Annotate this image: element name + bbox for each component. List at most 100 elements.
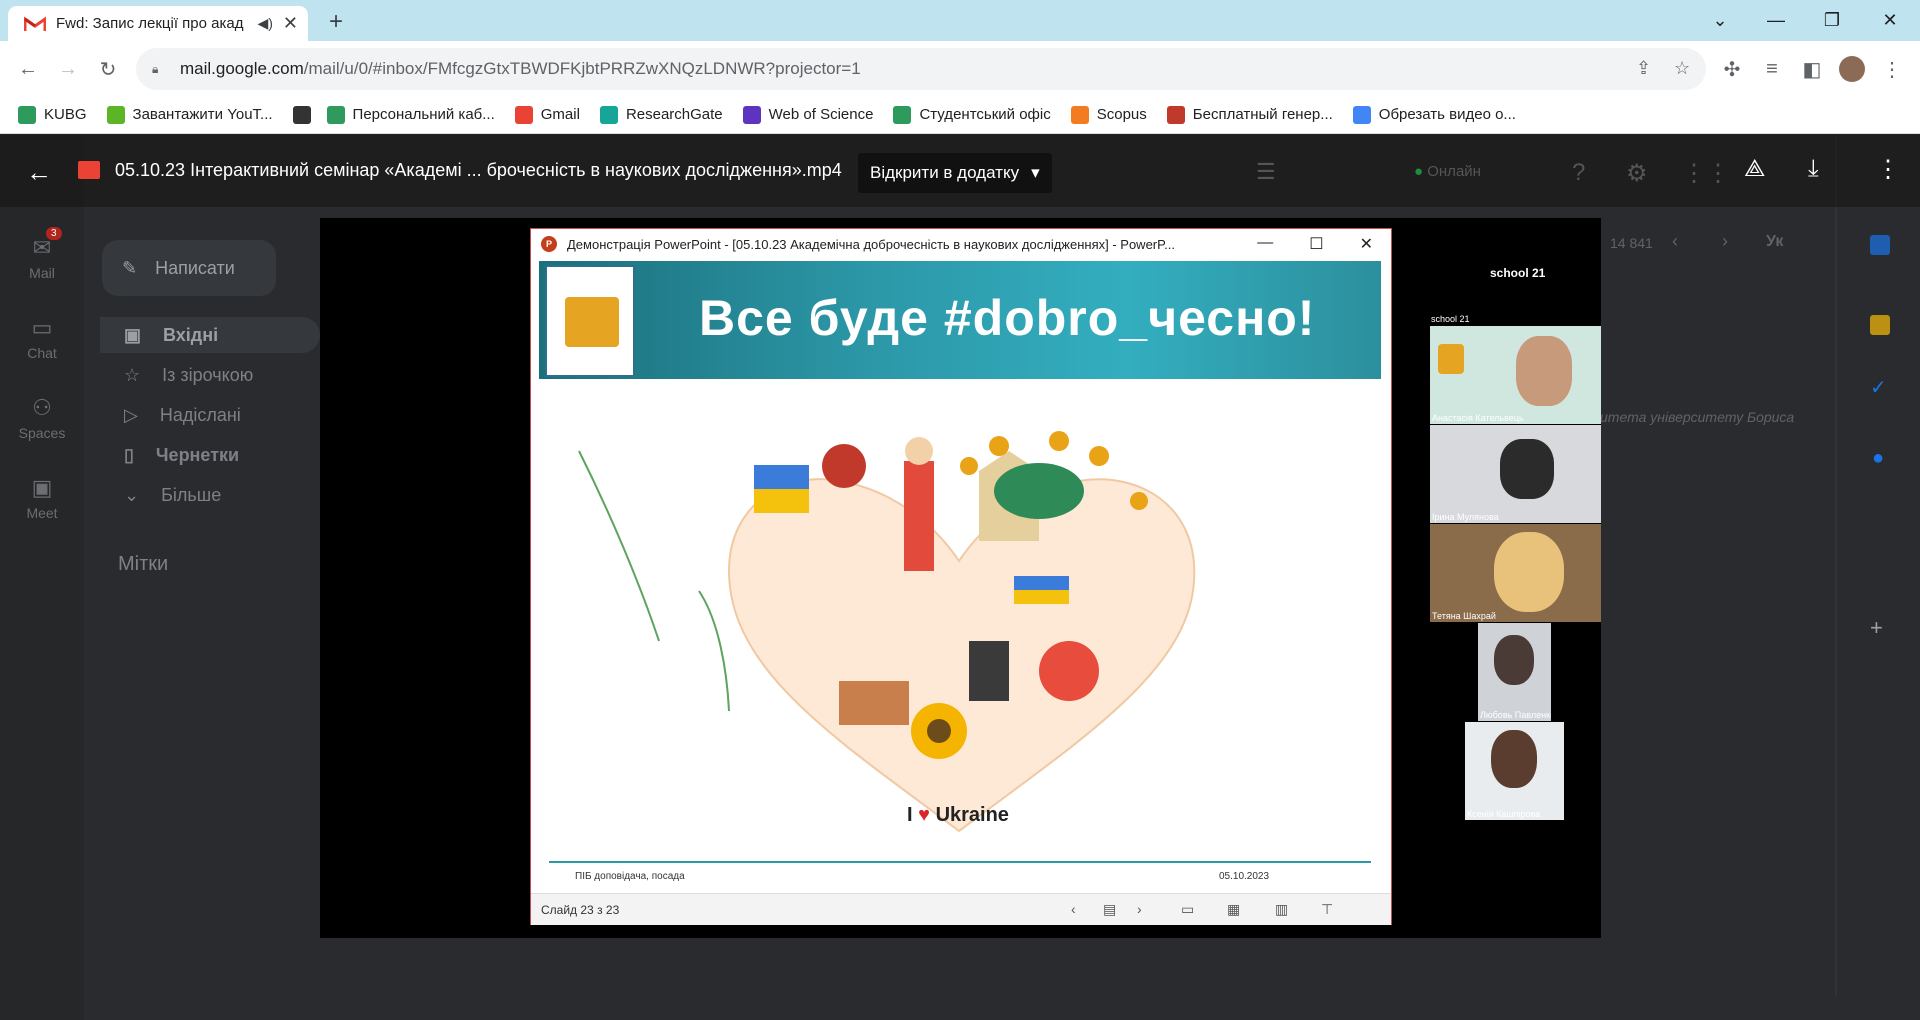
bookmark-item[interactable]: Завантажити YouT...	[106, 105, 273, 124]
slide-caption: I ♥ Ukraine	[907, 804, 1009, 827]
nav-more-label: Більше	[161, 484, 222, 505]
back-button[interactable]: ←	[10, 51, 46, 87]
caret-down-icon: ▾	[1031, 163, 1040, 182]
compose-label: Написати	[155, 257, 235, 278]
participant-name: Ірина Мулянова	[1432, 512, 1499, 522]
keep-icon[interactable]	[1870, 315, 1890, 335]
restore-button[interactable]: ❐	[1804, 0, 1860, 41]
nav-starred-label: Із зірочкою	[162, 364, 254, 385]
compose-button[interactable]: ✎ Написати	[102, 240, 276, 296]
nav-inbox[interactable]: ▣ Вхідні	[100, 317, 320, 353]
bookmark-item[interactable]: KUBG	[18, 105, 87, 124]
browser-menu-icon[interactable]: ⋮	[1874, 51, 1910, 87]
bookmark-item[interactable]: Обрезать видео о...	[1352, 105, 1516, 124]
nav-sent[interactable]: ▷ Надіслані	[100, 397, 320, 433]
url-path: /mail/u/0/#inbox/FMfcgzGtxTBWDFKjbtPRRZw…	[303, 59, 861, 78]
older-icon[interactable]: ‹	[1672, 231, 1678, 252]
tab-title: Fwd: Запис лекції про акад	[56, 15, 244, 32]
gallery-title: school 21	[1490, 266, 1546, 280]
tab-close-icon[interactable]: ✕	[283, 13, 298, 34]
bookmark-item[interactable]: Студентський офіс	[893, 105, 1051, 124]
share-icon[interactable]: ⇪	[1636, 58, 1651, 79]
more-options-icon[interactable]: ⋮	[1876, 155, 1900, 184]
calendar-icon[interactable]	[1870, 235, 1890, 255]
minimize-button[interactable]: —	[1748, 0, 1804, 41]
slide-menu-icon: ▤	[1103, 901, 1117, 917]
email-snippet: итета університету Бориса	[1600, 409, 1795, 425]
open-with-button[interactable]: Відкрити в додатку ▾	[858, 153, 1052, 193]
video-file-icon	[78, 161, 100, 179]
participant-tile: Анастасія Кательвець	[1430, 326, 1601, 424]
gallery-label: school 21	[1431, 314, 1470, 324]
slideshow-icon: ⊤	[1321, 901, 1334, 917]
reload-button[interactable]: ↻	[90, 51, 126, 87]
bookmark-item[interactable]: ResearchGate	[599, 105, 723, 124]
gmail-favicon-icon	[24, 15, 46, 32]
bookmark-item[interactable]: Scopus	[1070, 105, 1147, 124]
bookmark-star-icon[interactable]: ☆	[1674, 58, 1690, 79]
slide: Все буде #dobro_чесно! I ♥ Ukraine ПІБ д…	[539, 261, 1381, 891]
close-viewer-button[interactable]: ←	[26, 157, 52, 188]
status-online: ● Онлайн	[1414, 163, 1481, 180]
next-slide-icon: ›	[1137, 901, 1142, 917]
participant-tile: Ксенія Кашпірова	[1465, 722, 1564, 820]
bookmark-favicon-icon	[599, 105, 618, 124]
add-to-drive-icon[interactable]: ⟁	[1744, 155, 1765, 183]
rail-meet[interactable]: ▣ Meet	[0, 475, 84, 521]
tab-search-icon[interactable]: ⌄	[1692, 0, 1748, 41]
media-controls-icon[interactable]: ≡	[1754, 51, 1790, 87]
nav-starred[interactable]: ☆ Із зірочкою	[100, 357, 320, 393]
rail-mail-label: Mail	[29, 265, 55, 281]
participant-name: Анастасія Кательвець	[1432, 413, 1524, 423]
download-icon[interactable]: ⤓	[1808, 155, 1819, 183]
bookmark-favicon-icon	[893, 105, 912, 124]
add-addon-icon[interactable]: +	[1870, 615, 1883, 641]
bookmark-item[interactable]: Бесплатный генер...	[1166, 105, 1333, 124]
meet-icon: ▣	[31, 475, 53, 500]
close-window-button[interactable]: ✕	[1862, 0, 1918, 41]
bookmark-favicon-icon	[514, 105, 533, 124]
extensions-icon[interactable]: ✣	[1714, 51, 1750, 87]
participant-name: Тетяна Шахрай	[1432, 611, 1496, 621]
reading-view-icon: ▥	[1275, 901, 1289, 917]
video-player[interactable]: P Демонстрація PowerPoint - [05.10.23 Ак…	[320, 218, 1601, 938]
bookmark-label: KUBG	[44, 106, 87, 123]
scrollbar-track[interactable]	[1835, 135, 1837, 995]
lock-icon: 🔒︎	[152, 61, 159, 76]
bookmark-label: Бесплатный генер...	[1192, 106, 1333, 123]
newer-icon[interactable]: ›	[1722, 231, 1728, 252]
star-icon: ☆	[124, 364, 141, 385]
browser-tab-active[interactable]: Fwd: Запис лекції про акад ◀) ✕	[8, 6, 308, 41]
heart-icon: ♥	[918, 804, 930, 826]
new-tab-button[interactable]: +	[322, 8, 350, 36]
participant-name: Любовь Павленко	[1480, 710, 1551, 720]
bookmark-favicon-icon	[292, 105, 311, 124]
nav-drafts[interactable]: ▯ Чернетки	[100, 437, 320, 473]
language-select[interactable]: Ук	[1766, 233, 1783, 251]
tasks-icon[interactable]: ✓	[1870, 375, 1887, 400]
bookmark-item[interactable]: Web of Science	[742, 105, 873, 124]
rail-spaces[interactable]: ⚇ Spaces	[0, 395, 84, 441]
bookmark-favicon-icon	[326, 105, 345, 124]
file-title: 05.10.23 Інтерактивний семінар «Академі …	[115, 160, 842, 180]
app-rail: ✉ Mail 3 ▭ Chat ⚇ Spaces ▣ Meet	[0, 135, 84, 1020]
rail-mail[interactable]: ✉ Mail 3	[0, 227, 84, 281]
rail-chat[interactable]: ▭ Chat	[0, 315, 84, 361]
bookmark-favicon-icon	[1166, 105, 1185, 124]
ppt-close-icon: ✕	[1359, 236, 1373, 253]
forward-button[interactable]: →	[50, 51, 86, 87]
tab-audio-icon[interactable]: ◀)	[257, 15, 272, 32]
bookmark-item[interactable]: Персональний каб...	[326, 105, 495, 124]
ppt-minimize-icon: —	[1257, 234, 1274, 251]
bookmark-item[interactable]	[292, 105, 319, 124]
bookmark-favicon-icon	[1070, 105, 1089, 124]
bookmark-item[interactable]: Gmail	[514, 105, 580, 124]
nav-more[interactable]: ⌄ Більше	[100, 477, 320, 513]
profile-avatar[interactable]	[1834, 51, 1870, 87]
address-bar[interactable]: 🔒︎ mail.google.com/mail/u/0/#inbox/FMfcg…	[136, 48, 1706, 90]
side-panel-icon[interactable]: ◧	[1794, 51, 1830, 87]
ppt-statusbar: Слайд 23 з 23 ‹ ▤ › ▭ ▦ ▥ ⊤	[531, 893, 1391, 925]
apps-grid-icon: ⋮⋮	[1682, 160, 1730, 187]
participant-name: Ксенія Кашпірова	[1467, 809, 1541, 819]
contacts-icon[interactable]: ●	[1872, 447, 1884, 470]
